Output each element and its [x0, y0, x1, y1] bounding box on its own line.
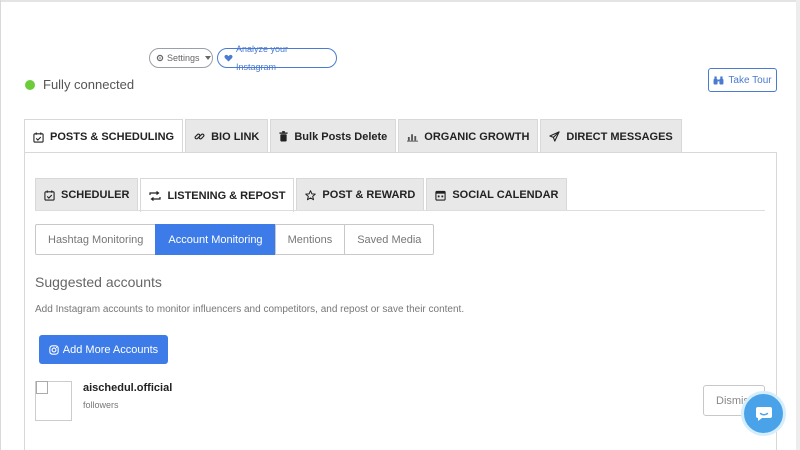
bar-chart-icon: [407, 132, 419, 142]
tab-label: LISTENING & REPOST: [167, 189, 286, 202]
tab-label: POST & REWARD: [322, 189, 416, 201]
chat-bubble-icon: [755, 406, 773, 422]
settings-dropdown[interactable]: Settings: [149, 48, 213, 68]
take-tour-label: Take Tour: [728, 74, 772, 86]
gear-icon: [156, 54, 164, 62]
sub-tabs: SCHEDULER LISTENING & REPOST POST & REWA…: [35, 178, 569, 212]
tab-social-calendar[interactable]: SOCIAL CALENDAR: [426, 178, 568, 211]
tab-bulk-posts-delete[interactable]: Bulk Posts Delete: [270, 119, 397, 153]
tab-label: Bulk Posts Delete: [294, 130, 388, 143]
trash-icon: [279, 131, 288, 142]
tab-label: BIO LINK: [211, 130, 260, 143]
monitoring-tabs: Hashtag Monitoring Account Monitoring Me…: [35, 224, 435, 255]
analyze-label: Analyze your Instagram: [236, 44, 289, 72]
tab-direct-messages[interactable]: DIRECT MESSAGES: [540, 119, 682, 153]
instagram-icon: [49, 344, 59, 355]
analyze-instagram-button[interactable]: Analyze your Instagram: [217, 44, 337, 72]
paper-plane-icon: [549, 131, 561, 142]
main-tabs: POSTS & SCHEDULING BIO LINK Bulk Posts D…: [24, 119, 684, 154]
tab-listening-repost[interactable]: LISTENING & REPOST: [140, 178, 295, 212]
account-followers: followers: [83, 400, 119, 410]
take-tour-button[interactable]: Take Tour: [708, 68, 777, 92]
tab-mentions[interactable]: Mentions: [274, 224, 346, 255]
settings-label: Settings: [167, 53, 200, 63]
status-dot: [25, 79, 35, 90]
tab-bio-link[interactable]: BIO LINK: [185, 119, 269, 153]
app-page: Settings Analyze your Instagram Fully co…: [0, 0, 797, 450]
binoculars-icon: [713, 75, 724, 85]
add-more-accounts-button[interactable]: Add More Accounts: [39, 335, 168, 364]
section-title: Suggested accounts: [35, 274, 162, 290]
status-text: Fully connected: [43, 77, 135, 92]
heart-icon: [224, 54, 233, 62]
tab-label: ORGANIC GROWTH: [424, 130, 530, 143]
connection-status: Fully connected: [25, 77, 134, 92]
tab-label: DIRECT MESSAGES: [566, 130, 673, 143]
calendar-check-icon: [33, 131, 44, 143]
caret-down-icon: [204, 56, 211, 60]
link-icon: [194, 131, 205, 142]
tab-label: SCHEDULER: [61, 189, 130, 201]
account-checkbox[interactable]: [36, 381, 48, 394]
tab-scheduler[interactable]: SCHEDULER: [35, 178, 139, 211]
tab-label: SOCIAL CALENDAR: [452, 189, 559, 201]
tab-account-monitoring[interactable]: Account Monitoring: [155, 224, 276, 255]
window-edge: [796, 0, 800, 450]
tab-posts-scheduling[interactable]: POSTS & SCHEDULING: [24, 119, 184, 154]
star-icon: [305, 189, 317, 201]
calendar-icon: [435, 190, 446, 201]
chat-button[interactable]: [741, 391, 786, 436]
account-name: aischedul.official: [83, 382, 173, 394]
sub-tabs-divider: [35, 210, 765, 211]
calendar-check-icon: [44, 189, 55, 201]
tab-organic-growth[interactable]: ORGANIC GROWTH: [398, 119, 539, 153]
tab-label: POSTS & SCHEDULING: [50, 131, 175, 143]
add-accounts-label: Add More Accounts: [62, 343, 159, 356]
tab-saved-media[interactable]: Saved Media: [344, 224, 435, 255]
top-divider: [1, 0, 797, 2]
section-description: Add Instagram accounts to monitor influe…: [35, 304, 465, 315]
repost-icon: [149, 190, 162, 201]
tab-hashtag-monitoring[interactable]: Hashtag Monitoring: [35, 224, 157, 255]
tab-post-reward[interactable]: POST & REWARD: [296, 178, 425, 211]
